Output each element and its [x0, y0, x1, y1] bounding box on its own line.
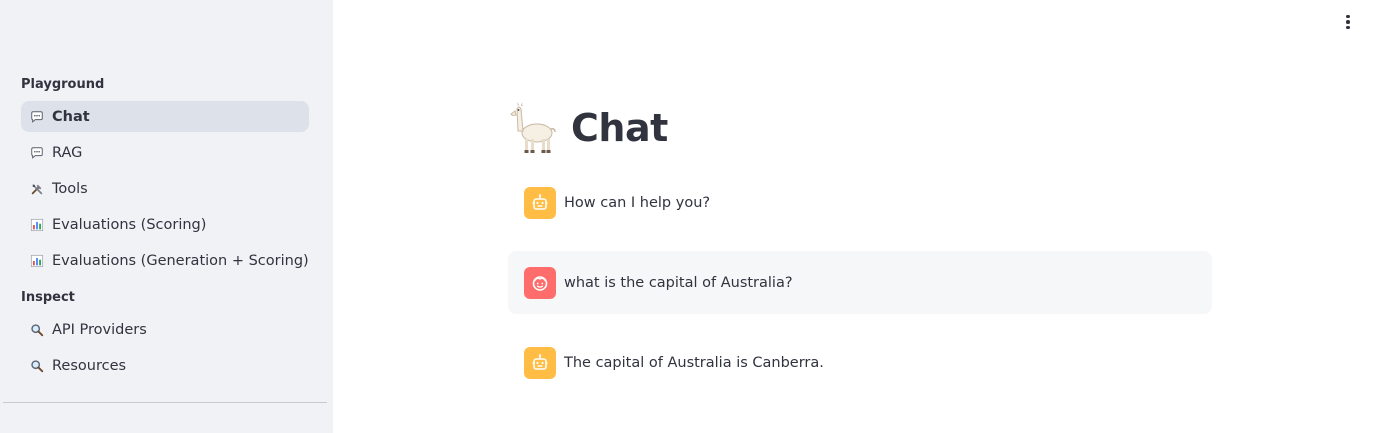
- sidebar-item-evaluations-scoring[interactable]: Evaluations (Scoring): [21, 209, 309, 240]
- message-text: The capital of Australia is Canberra.: [564, 355, 824, 371]
- sidebar-item-label: Evaluations (Scoring): [52, 216, 207, 233]
- sidebar-item-chat[interactable]: Chat: [21, 101, 309, 132]
- section-title-playground: Playground: [21, 77, 105, 92]
- message-text: what is the capital of Australia?: [564, 274, 793, 291]
- speech-balloon-icon: [30, 146, 44, 160]
- sidebar-item-label: RAG: [52, 144, 83, 161]
- sidebar-item-tools[interactable]: Tools: [21, 173, 309, 204]
- sidebar-item-label: Chat: [52, 108, 90, 125]
- sidebar-item-label: Tools: [52, 180, 88, 197]
- sidebar-item-api-providers[interactable]: API Providers: [21, 314, 309, 345]
- section-title-inspect: Inspect: [21, 290, 75, 305]
- robot-face-icon: [524, 347, 556, 379]
- smiling-face-icon: [524, 266, 556, 299]
- robot-face-icon: [524, 187, 556, 219]
- chat-message-assistant: How can I help you?: [508, 184, 1212, 222]
- magnifier-icon: [30, 323, 44, 337]
- tools-icon: [30, 182, 44, 196]
- chat-message-user: what is the capital of Australia?: [508, 251, 1212, 314]
- llama-icon: [509, 101, 561, 155]
- main-content: Chat How can I help you? what is the cap…: [333, 0, 1375, 433]
- bar-chart-icon: [30, 254, 44, 268]
- chat-message-assistant: The capital of Australia is Canberra.: [508, 344, 1212, 382]
- bar-chart-icon: [30, 218, 44, 232]
- page-title-text: Chat: [571, 106, 668, 150]
- sidebar-item-evaluations-generation-scoring[interactable]: Evaluations (Generation + Scoring): [21, 245, 309, 276]
- sidebar: Playground Chat RAG Tools Evaluations (S…: [0, 0, 333, 433]
- vertical-ellipsis-icon[interactable]: [1338, 10, 1358, 34]
- sidebar-item-label: API Providers: [52, 321, 147, 338]
- sidebar-item-label: Resources: [52, 357, 127, 374]
- magnifier-icon: [30, 359, 44, 373]
- sidebar-item-label: Evaluations (Generation + Scoring): [52, 252, 309, 269]
- page-title: Chat: [509, 100, 668, 156]
- message-text: How can I help you?: [564, 195, 711, 211]
- sidebar-item-rag[interactable]: RAG: [21, 137, 309, 168]
- sidebar-item-resources[interactable]: Resources: [21, 350, 309, 381]
- speech-balloon-icon: [30, 110, 44, 124]
- sidebar-divider: [3, 402, 327, 403]
